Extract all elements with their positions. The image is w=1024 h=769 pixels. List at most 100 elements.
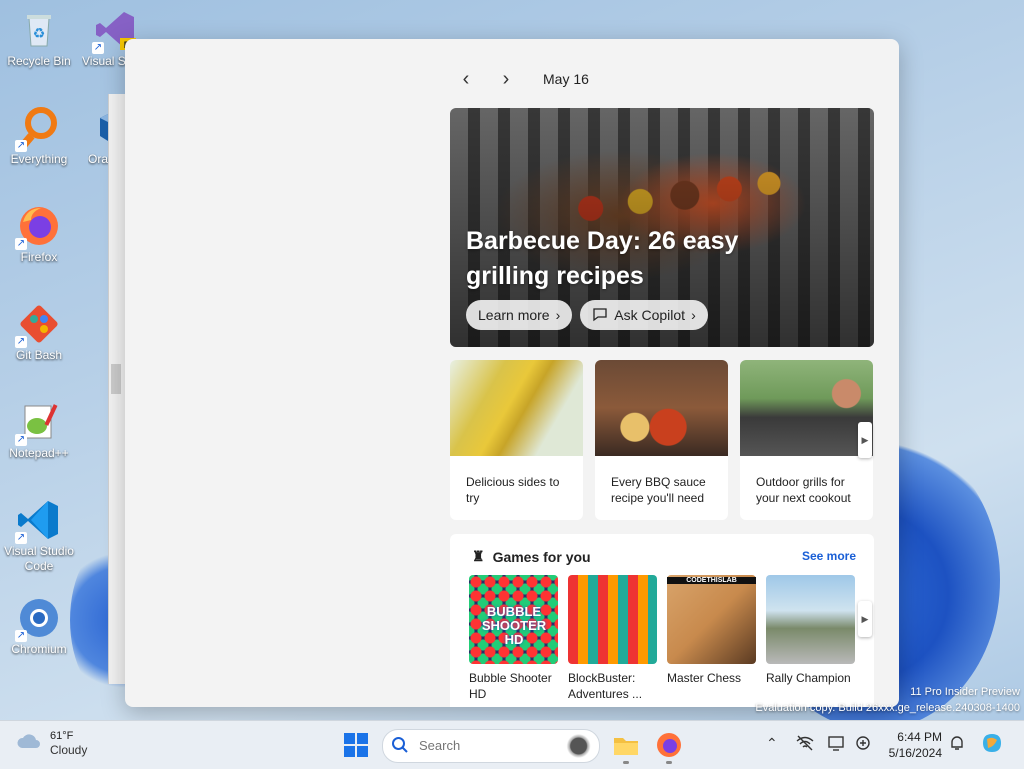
chevron-up-icon[interactable]: ⌃ [766, 735, 778, 752]
running-indicator [666, 761, 672, 764]
windows-logo-icon [344, 733, 355, 744]
windows-logo-icon [357, 733, 368, 744]
story-image [740, 360, 873, 456]
date-nav: ‹ › May 16 [455, 67, 589, 91]
game-name: Master Chess [667, 671, 742, 685]
story-card[interactable]: Outdoor grills for your next cookout [740, 360, 873, 520]
game-thumbnail-text: BUBBLE SHOOTER HD [481, 604, 547, 647]
desktop-icon-label: Notepad++ [9, 446, 69, 460]
story-image [450, 360, 583, 456]
shortcut-arrow-icon: ↗ [92, 42, 104, 54]
firefox-icon [657, 733, 681, 757]
game-name: Bubble Shooter HD [469, 671, 552, 701]
game-tile[interactable]: Rally Champion [766, 575, 856, 686]
story-caption: Delicious sides to try [466, 475, 560, 505]
shortcut-arrow-icon: ↗ [15, 238, 27, 250]
widgets-panel: ‹ › May 16 Barbecue Day: 26 easy grillin… [125, 39, 899, 707]
game-name: Rally Champion [766, 671, 851, 685]
search-highlight-icon [557, 734, 593, 758]
background-window-scrollbar[interactable] [111, 364, 121, 394]
story-card[interactable]: Every BBQ sauce recipe you'll need [595, 360, 728, 520]
game-thumbnail: BUBBLE SHOOTER HD [469, 575, 558, 664]
hero-title: Barbecue Day: 26 easy grilling recipes [466, 227, 739, 290]
games-header: ♜ Games for you [472, 548, 591, 565]
shortcut-arrow-icon: ↗ [15, 434, 27, 446]
game-tile[interactable]: CODETHISLAB Master Chess [667, 575, 757, 686]
accessibility-icon[interactable] [854, 735, 872, 754]
desktop-icon-vscode[interactable]: ↗ Visual Studio Code [1, 498, 77, 574]
game-thumbnail [568, 575, 657, 664]
desktop-icon-label: Chromium [11, 642, 67, 656]
hero-card[interactable]: Barbecue Day: 26 easy grilling recipes L… [450, 108, 874, 347]
weather-condition: Cloudy [50, 743, 88, 757]
story-image [595, 360, 728, 456]
desktop-icon-git-bash[interactable]: ↗ Git Bash [1, 302, 77, 363]
desktop-icon-recycle-bin[interactable]: ♻ Recycle Bin [1, 8, 77, 69]
watermark-line-2: Evaluation copy. Build 26xxx.ge_release.… [755, 702, 1020, 714]
cloud-icon [16, 732, 42, 755]
prev-day-button[interactable]: ‹ [455, 68, 477, 90]
next-day-button[interactable]: › [495, 68, 517, 90]
chevron-right-icon: › [691, 307, 696, 323]
start-button[interactable] [344, 733, 368, 757]
folder-icon [614, 738, 638, 755]
cards-next-button[interactable]: ▶ [858, 422, 872, 458]
firefox-taskbar-button[interactable] [655, 731, 683, 764]
display-icon[interactable] [828, 735, 846, 754]
shortcut-arrow-icon: ↗ [15, 336, 27, 348]
ask-copilot-label: Ask Copilot [614, 307, 686, 323]
git-bash-icon: ↗ [15, 302, 61, 348]
story-card[interactable]: Delicious sides to try [450, 360, 583, 520]
story-caption: Outdoor grills for your next cookout [756, 475, 851, 505]
desktop-icon-label: Firefox [20, 250, 58, 264]
file-explorer-button[interactable] [612, 731, 640, 764]
game-thumbnail: CODETHISLAB [667, 575, 756, 664]
search-icon [391, 736, 409, 759]
system-clock[interactable]: 6:44 PM 5/16/2024 [880, 729, 942, 761]
shortcut-arrow-icon: ↗ [15, 630, 27, 642]
feed-date: May 16 [543, 71, 589, 87]
svg-text:♻: ♻ [33, 25, 46, 41]
desktop-icon-firefox[interactable]: ↗ Firefox [1, 204, 77, 265]
clock-time: 6:44 PM [897, 730, 942, 744]
copilot-icon[interactable] [980, 731, 1004, 758]
shortcut-arrow-icon: ↗ [15, 532, 27, 544]
chromium-icon: ↗ [15, 596, 61, 642]
ask-copilot-button[interactable]: Ask Copilot › [580, 300, 708, 330]
windows-logo-icon [357, 746, 368, 757]
weather-temp: 61°F [50, 730, 74, 742]
firefox-icon: ↗ [15, 204, 61, 250]
taskbar-search[interactable] [382, 729, 600, 763]
vscode-icon: ↗ [15, 498, 61, 544]
everything-search-icon: ↗ [15, 106, 61, 152]
game-thumbnail-text: CODETHISLAB [667, 577, 756, 584]
see-more-link[interactable]: See more [802, 549, 856, 563]
desktop-icon-everything[interactable]: ↗ Everything [1, 106, 77, 167]
clock-date: 5/16/2024 [888, 746, 942, 760]
search-input[interactable] [417, 737, 531, 754]
running-indicator [623, 761, 629, 764]
notepad-plus-plus-icon: ↗ [15, 400, 61, 446]
desktop-icon-notepad-plus-plus[interactable]: ↗ Notepad++ [1, 400, 77, 461]
games-title: Games for you [492, 548, 591, 565]
games-next-button[interactable]: ▶ [858, 601, 872, 637]
notification-bell-icon[interactable] [949, 735, 965, 754]
desktop-icon-chromium[interactable]: ↗ Chromium [1, 596, 77, 657]
game-tile[interactable]: BlockBuster: Adventures ... [568, 575, 658, 702]
story-cards: Delicious sides to try Every BBQ sauce r… [450, 360, 873, 520]
games-card: ♜ Games for you See more BUBBLE SHOOTER … [450, 534, 874, 707]
taskbar: 61°F Cloudy ⌃ 6:44 PM 5/16/2024 [0, 720, 1024, 769]
desktop-icon-label: Git Bash [15, 348, 63, 362]
weather-widget[interactable]: 61°F Cloudy [16, 729, 87, 758]
chess-piece-icon: ♜ [472, 548, 485, 564]
desktop-icon-label: Visual Studio 2022 Preview [82, 54, 126, 68]
desktop-icon-label: Everything [10, 152, 68, 166]
game-tile[interactable]: BUBBLE SHOOTER HD Bubble Shooter HD [469, 575, 559, 702]
shortcut-arrow-icon: ↗ [15, 140, 27, 152]
chat-bubble-icon [592, 306, 608, 325]
learn-more-button[interactable]: Learn more › [466, 300, 573, 330]
story-caption: Every BBQ sauce recipe you'll need [611, 475, 706, 505]
game-name: BlockBuster: Adventures ... [568, 671, 643, 701]
network-offline-icon[interactable] [796, 735, 814, 754]
windows-logo-icon [344, 746, 355, 757]
